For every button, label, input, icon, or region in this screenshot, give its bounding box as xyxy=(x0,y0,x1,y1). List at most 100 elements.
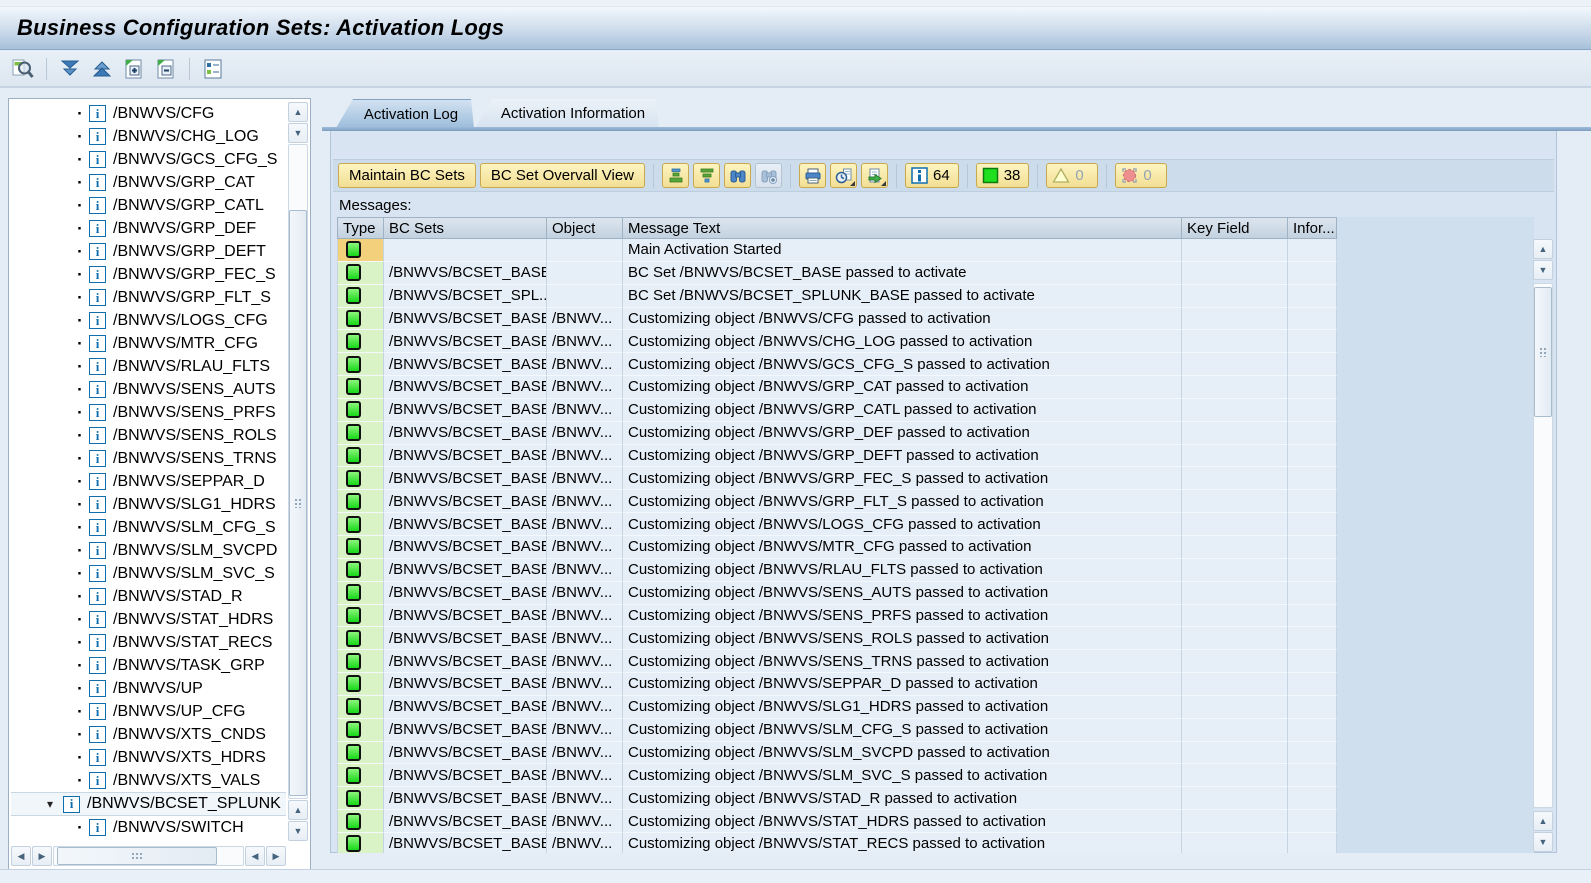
status-cell[interactable] xyxy=(337,582,384,605)
status-cell[interactable] xyxy=(337,559,384,582)
information-cell[interactable] xyxy=(1288,764,1337,787)
message-cell[interactable]: Customizing object /BNWVS/SLM_SVC_S pass… xyxy=(623,764,1182,787)
status-cell[interactable] xyxy=(337,353,384,376)
information-cell[interactable] xyxy=(1288,627,1337,650)
info-icon[interactable]: i xyxy=(89,611,106,628)
log-row[interactable]: /BNWVS/BCSET_BASE/BNWV...Customizing obj… xyxy=(337,536,1534,559)
tree-vertical-scrollbar[interactable]: ▲ ▼ ▲ ▼ xyxy=(288,102,308,841)
info-icon[interactable]: i xyxy=(89,151,106,168)
print-icon[interactable] xyxy=(799,163,826,188)
log-row[interactable]: /BNWVS/BCSET_BASE/BNWV...Customizing obj… xyxy=(337,810,1534,833)
tree-item[interactable]: ·i/BNWVS/SLM_SVCPD xyxy=(11,539,286,562)
information-cell[interactable] xyxy=(1288,376,1337,399)
message-cell[interactable]: Customizing object /BNWVS/GRP_FLT_S pass… xyxy=(623,490,1182,513)
scroll-down-button[interactable]: ▼ xyxy=(288,123,308,143)
key-field-cell[interactable] xyxy=(1182,810,1288,833)
scroll-thumb[interactable] xyxy=(57,847,217,865)
tab-activation-information[interactable]: Activation Information xyxy=(475,99,659,128)
status-cell[interactable] xyxy=(337,787,384,810)
status-cell[interactable] xyxy=(337,376,384,399)
info-icon[interactable]: i xyxy=(89,703,106,720)
message-cell[interactable]: Customizing object /BNWVS/MTR_CFG passed… xyxy=(623,536,1182,559)
log-row[interactable]: /BNWVS/BCSET_BASE/BNWV...Customizing obj… xyxy=(337,833,1534,853)
information-cell[interactable] xyxy=(1288,605,1337,628)
information-cell[interactable] xyxy=(1288,536,1337,559)
key-field-cell[interactable] xyxy=(1182,742,1288,765)
tree-item[interactable]: ·i/BNWVS/SLG1_HDRS xyxy=(11,493,286,516)
status-cell[interactable] xyxy=(337,445,384,468)
tree-item[interactable]: ·i/BNWVS/GRP_FEC_S xyxy=(11,263,286,286)
log-row[interactable]: /BNWVS/BCSET_BASE/BNWV...Customizing obj… xyxy=(337,719,1534,742)
log-row[interactable]: /BNWVS/BCSET_SPL...BC Set /BNWVS/BCSET_S… xyxy=(337,285,1534,308)
info-icon[interactable]: i xyxy=(89,450,106,467)
message-cell[interactable]: Customizing object /BNWVS/GRP_CATL passe… xyxy=(623,399,1182,422)
info-icon[interactable]: i xyxy=(89,427,106,444)
message-cell[interactable]: Customizing object /BNWVS/SENS_AUTS pass… xyxy=(623,582,1182,605)
object-cell[interactable]: /BNWV... xyxy=(547,787,623,810)
key-field-cell[interactable] xyxy=(1182,285,1288,308)
bc-set-cell[interactable] xyxy=(384,239,547,262)
info-icon[interactable]: i xyxy=(89,289,106,306)
bc-set-cell[interactable]: /BNWVS/BCSET_BASE xyxy=(384,559,547,582)
log-row[interactable]: /BNWVS/BCSET_BASE/BNWV...Customizing obj… xyxy=(337,582,1534,605)
tree-item[interactable]: ·i/BNWVS/GRP_CAT xyxy=(11,171,286,194)
tab-activation-log[interactable]: Activation Log xyxy=(336,99,474,128)
status-cell[interactable] xyxy=(337,810,384,833)
tree-item[interactable]: ·i/BNWVS/RLAU_FLTS xyxy=(11,355,286,378)
tree-item[interactable]: ·i/BNWVS/MTR_CFG xyxy=(11,332,286,355)
export-icon[interactable] xyxy=(861,163,888,188)
message-cell[interactable]: Customizing object /BNWVS/GRP_FEC_S pass… xyxy=(623,467,1182,490)
object-cell[interactable]: /BNWV... xyxy=(547,833,623,853)
scroll-thumb[interactable] xyxy=(1534,287,1552,417)
scroll-up-button[interactable]: ▲ xyxy=(288,102,308,122)
key-field-cell[interactable] xyxy=(1182,376,1288,399)
object-cell[interactable]: /BNWV... xyxy=(547,627,623,650)
bc-set-cell[interactable]: /BNWVS/BCSET_BASE xyxy=(384,399,547,422)
information-cell[interactable] xyxy=(1288,787,1337,810)
log-row[interactable]: /BNWVS/BCSET_BASE/BNWV...Customizing obj… xyxy=(337,445,1534,468)
log-row[interactable]: /BNWVS/BCSET_BASE/BNWV...Customizing obj… xyxy=(337,559,1534,582)
information-cell[interactable] xyxy=(1288,399,1337,422)
bc-set-cell[interactable]: /BNWVS/BCSET_BASE xyxy=(384,467,547,490)
status-cell[interactable] xyxy=(337,330,384,353)
message-cell[interactable]: Customizing object /BNWVS/GCS_CFG_S pass… xyxy=(623,353,1182,376)
log-row[interactable]: /BNWVS/BCSET_BASE/BNWV...Customizing obj… xyxy=(337,308,1534,331)
status-cell[interactable] xyxy=(337,239,384,262)
key-field-cell[interactable] xyxy=(1182,696,1288,719)
info-icon[interactable]: i xyxy=(89,749,106,766)
info-icon[interactable]: i xyxy=(89,266,106,283)
message-cell[interactable]: Customizing object /BNWVS/SENS_PRFS pass… xyxy=(623,605,1182,628)
log-row[interactable]: /BNWVS/BCSET_BASE/BNWV...Customizing obj… xyxy=(337,696,1534,719)
tree-item[interactable]: ·i/BNWVS/GRP_FLT_S xyxy=(11,286,286,309)
object-cell[interactable]: /BNWV... xyxy=(547,445,623,468)
information-cell[interactable] xyxy=(1288,490,1337,513)
bc-set-cell[interactable]: /BNWVS/BCSET_BASE xyxy=(384,490,547,513)
info-icon[interactable]: i xyxy=(89,726,106,743)
message-cell[interactable]: Customizing object /BNWVS/STAT_HDRS pass… xyxy=(623,810,1182,833)
info-icon[interactable]: i xyxy=(89,174,106,191)
object-cell[interactable]: /BNWV... xyxy=(547,719,623,742)
status-cell[interactable] xyxy=(337,833,384,853)
message-cell[interactable]: Customizing object /BNWVS/LOGS_CFG passe… xyxy=(623,513,1182,536)
tree-item[interactable]: ·i/BNWVS/SEPPAR_D xyxy=(11,470,286,493)
info-icon[interactable]: i xyxy=(89,381,106,398)
message-cell[interactable]: Customizing object /BNWVS/GRP_CAT passed… xyxy=(623,376,1182,399)
scroll-up-button[interactable]: ▲ xyxy=(288,800,308,820)
message-cell[interactable]: Customizing object /BNWVS/GRP_DEFT passe… xyxy=(623,445,1182,468)
status-cell[interactable] xyxy=(337,742,384,765)
object-cell[interactable]: /BNWV... xyxy=(547,696,623,719)
message-cell[interactable]: Customizing object /BNWVS/SEPPAR_D passe… xyxy=(623,673,1182,696)
info-icon[interactable]: i xyxy=(89,634,106,651)
info-icon[interactable]: i xyxy=(89,542,106,559)
column-header-bc-sets[interactable]: BC Sets xyxy=(384,217,547,239)
tree-item[interactable]: ·i/BNWVS/STAT_RECS xyxy=(11,631,286,654)
object-cell[interactable]: /BNWV... xyxy=(547,467,623,490)
key-field-cell[interactable] xyxy=(1182,787,1288,810)
status-cell[interactable] xyxy=(337,673,384,696)
info-icon[interactable]: i xyxy=(89,772,106,789)
bc-set-cell[interactable]: /BNWVS/BCSET_BASE xyxy=(384,330,547,353)
info-icon[interactable]: i xyxy=(89,680,106,697)
column-header-message-text[interactable]: Message Text xyxy=(623,217,1182,239)
object-cell[interactable] xyxy=(547,262,623,285)
message-cell[interactable]: Customizing object /BNWVS/CFG passed to … xyxy=(623,308,1182,331)
